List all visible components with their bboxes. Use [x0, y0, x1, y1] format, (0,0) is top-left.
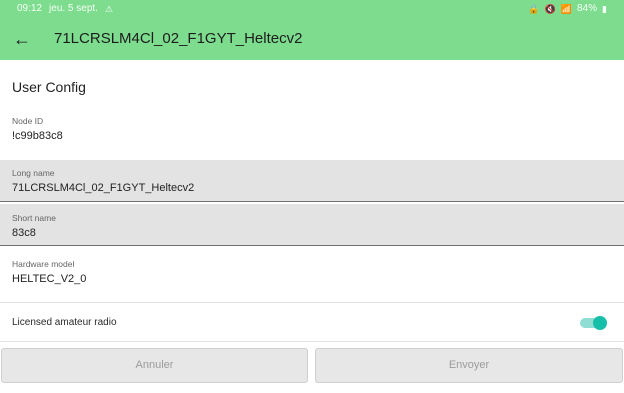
- hardware-model-field: Hardware model HELTEC_V2_0: [0, 259, 624, 299]
- alert-icon: ⚠: [104, 4, 114, 14]
- arrow-left-icon: ←: [13, 29, 31, 49]
- long-name-label: Long name: [12, 168, 55, 178]
- hardware-model-value: HELTEC_V2_0: [12, 273, 87, 285]
- muted-icon: 🔇: [544, 4, 556, 14]
- node-id-field: Node ID !c99b83c8: [0, 116, 624, 156]
- wifi-icon: 📶: [560, 4, 573, 14]
- status-right: 🔒 🔇 📶 84% ▮: [528, 0, 607, 18]
- divider: [0, 302, 624, 303]
- back-button[interactable]: ←: [12, 29, 32, 49]
- toggle-thumb-icon: [593, 316, 607, 330]
- app-top-bar: 09:12 jeu. 5 sept. ⚠ 🔒 🔇 📶 84% ▮ ← 71LCR…: [0, 0, 624, 60]
- divider: [0, 341, 624, 342]
- status-bar: 09:12 jeu. 5 sept. ⚠ 🔒 🔇 📶 84% ▮: [0, 0, 624, 18]
- status-date: jeu. 5 sept.: [49, 3, 98, 14]
- node-id-label: Node ID: [12, 116, 44, 126]
- battery-icon: ▮: [602, 4, 607, 14]
- hardware-model-label: Hardware model: [12, 259, 75, 269]
- node-id-value: !c99b83c8: [12, 130, 63, 142]
- short-name-input[interactable]: Short name 83c8: [0, 204, 624, 246]
- cancel-button[interactable]: Annuler: [1, 348, 308, 383]
- lock-icon: 🔒: [528, 4, 540, 14]
- licensed-amateur-radio-label: Licensed amateur radio: [12, 317, 117, 328]
- licensed-amateur-radio-toggle[interactable]: [580, 316, 607, 330]
- long-name-value[interactable]: 71LCRSLM4Cl_02_F1GYT_Heltecv2: [12, 181, 624, 195]
- page-title: 71LCRSLM4Cl_02_F1GYT_Heltecv2: [54, 30, 303, 47]
- battery-percent: 84%: [577, 3, 598, 14]
- send-button[interactable]: Envoyer: [315, 348, 623, 383]
- long-name-input[interactable]: Long name 71LCRSLM4Cl_02_F1GYT_Heltecv2: [0, 160, 624, 202]
- section-title: User Config: [12, 79, 86, 95]
- short-name-value[interactable]: 83c8: [12, 226, 624, 240]
- short-name-label: Short name: [12, 213, 56, 223]
- status-time: 09:12: [17, 3, 43, 14]
- status-left: 09:12 jeu. 5 sept. ⚠: [17, 0, 113, 18]
